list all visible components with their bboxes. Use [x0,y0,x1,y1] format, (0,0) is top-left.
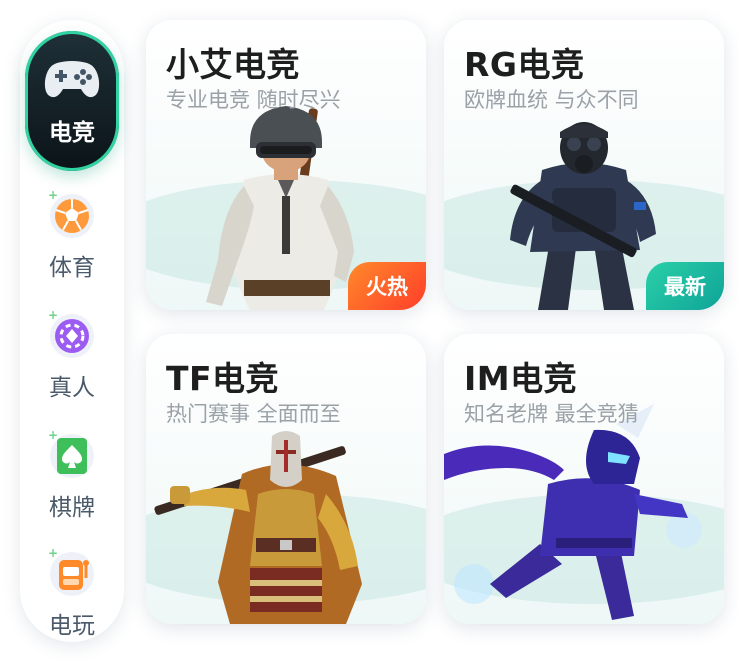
sidebar-item-label: 电竞 [49,120,95,146]
casino-chip-icon: + [46,308,98,362]
spade-card-icon: + [46,428,98,482]
sidebar-item-live-casino[interactable]: + 真人 [20,300,124,412]
sidebar-item-esports[interactable]: 电竞 [25,31,119,171]
game-card-xiaoai-esports[interactable]: 小艾电竞 专业电竞 随时尽兴 火热 [146,20,426,310]
sidebar-item-label: 体育 [49,255,95,281]
game-card-tf-esports[interactable]: TF电竞 热门赛事 全面而至 [146,334,426,624]
sidebar-item-label: 棋牌 [49,495,95,521]
card-subtitle: 知名老牌 最全竞猜 [464,402,639,426]
slot-machine-icon: + [46,546,98,600]
card-subtitle: 专业电竞 随时尽兴 [166,88,341,112]
new-badge: 最新 [646,262,724,310]
card-subtitle: 欧牌血统 与众不同 [464,88,639,112]
card-title: RG电竞 [464,45,585,84]
soccer-ball-icon: + [46,188,98,242]
hot-badge: 火热 [348,262,426,310]
sidebar-item-label: 真人 [49,375,95,401]
game-card-rg-esports[interactable]: RG电竞 欧牌血统 与众不同 最新 [444,20,724,310]
sidebar-item-slots[interactable]: + 电玩 [20,538,124,650]
gamepad-icon [43,55,101,103]
card-title: IM电竞 [464,359,578,398]
sidebar-item-label: 电玩 [49,613,95,639]
sidebar-item-sports[interactable]: + 体育 [20,180,124,292]
card-title: 小艾电竞 [166,45,300,84]
game-card-im-esports[interactable]: IM电竞 知名老牌 最全竞猜 [444,334,724,624]
category-sidebar: 电竞 + 体育 + 真人 + 棋牌 + 电玩 [20,20,124,642]
card-subtitle: 热门赛事 全面而至 [166,402,341,426]
card-title: TF电竞 [166,359,280,398]
sidebar-item-chess-cards[interactable]: + 棋牌 [20,420,124,532]
